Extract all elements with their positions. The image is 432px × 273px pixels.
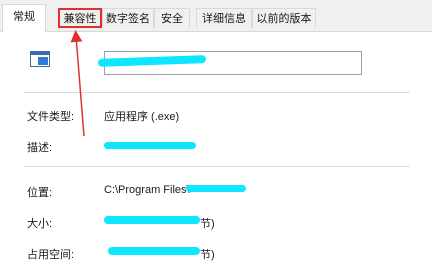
divider	[24, 92, 410, 93]
tab-compatibility[interactable]: 兼容性	[58, 8, 102, 28]
application-icon	[30, 51, 50, 67]
disk-size-value: 节)	[200, 249, 215, 261]
location-label: 位置:	[27, 187, 53, 199]
tab-details[interactable]: 详细信息	[196, 8, 252, 28]
description-label: 描述:	[27, 142, 53, 154]
location-value: C:\Program Files\	[104, 184, 190, 196]
size-value: 节)	[200, 218, 215, 230]
tab-label: 数字签名	[106, 13, 150, 25]
tab-previous-versions[interactable]: 以前的版本	[252, 8, 316, 28]
file-type-value: 应用程序 (.exe)	[104, 111, 180, 123]
tab-strip: 常规 兼容性 数字签名 安全 详细信息 以前的版本	[0, 0, 432, 32]
redaction-mark	[186, 185, 246, 192]
redaction-mark	[108, 247, 200, 255]
tab-label: 兼容性	[63, 13, 97, 25]
size-label: 大小:	[27, 218, 53, 230]
tab-label: 常规	[13, 11, 35, 23]
disk-size-label: 占用空间:	[27, 249, 75, 261]
tab-label: 详细信息	[202, 13, 246, 25]
divider	[24, 166, 410, 167]
tab-label: 安全	[161, 13, 183, 25]
redaction-mark	[104, 216, 200, 224]
tab-security[interactable]: 安全	[154, 8, 190, 28]
tab-label: 以前的版本	[256, 13, 312, 25]
redaction-mark	[104, 142, 196, 149]
tab-digital-signatures[interactable]: 数字签名	[102, 8, 154, 28]
file-type-label: 文件类型:	[27, 111, 75, 123]
tab-general[interactable]: 常规	[2, 4, 46, 32]
